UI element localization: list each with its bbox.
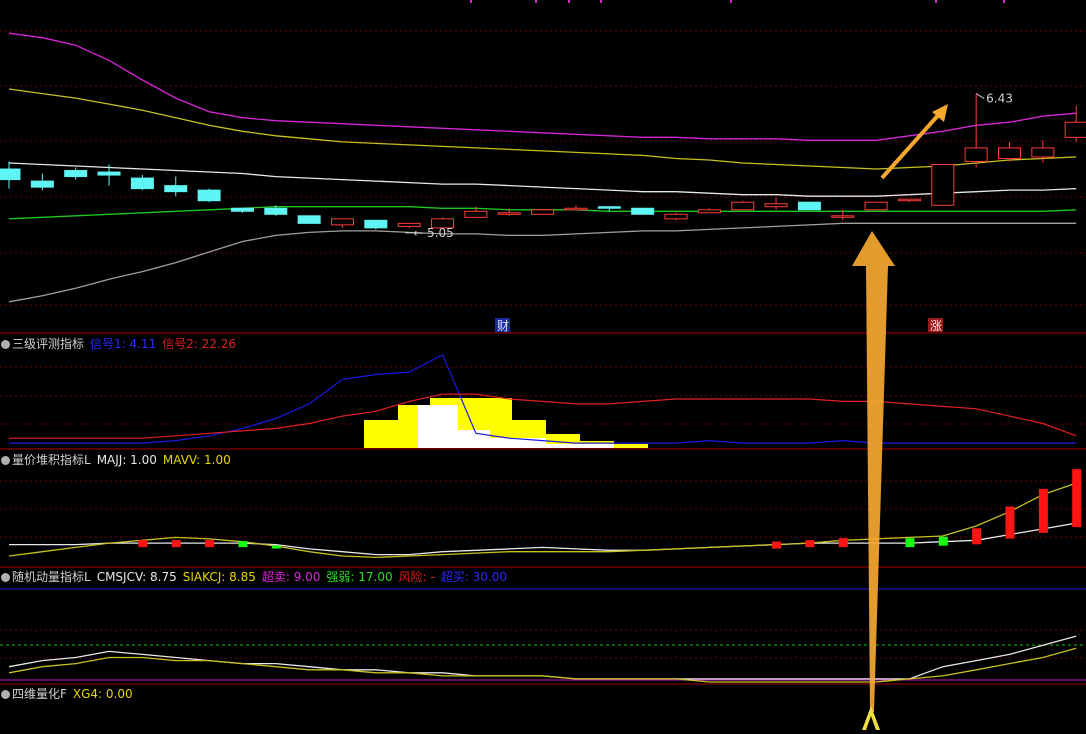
price-band-line-5 xyxy=(8,222,1077,303)
candle-up xyxy=(531,209,555,215)
candle-down xyxy=(631,207,655,215)
panel3-title[interactable]: 量价堆积指标L xyxy=(12,453,91,467)
panel4-qiangruo: 强弱: 17.00 xyxy=(326,570,393,584)
volume-bar-red xyxy=(1038,488,1048,533)
candle-down xyxy=(264,207,288,215)
top-edge-mark xyxy=(1003,0,1005,3)
panel4-header: 随机动量指标L CMSJCV: 8.75 SIAKCJ: 8.85 超卖: 9.00 强… xyxy=(0,569,513,585)
volume-bar-red xyxy=(171,540,181,548)
marker-zhang-label: 涨 xyxy=(930,318,942,333)
candle-up xyxy=(464,210,488,218)
candle-down xyxy=(797,201,821,211)
accumulation-bar-white xyxy=(490,438,546,448)
candle-up xyxy=(731,201,755,211)
volume-bar-red xyxy=(205,540,215,548)
candle-up xyxy=(1031,147,1055,158)
panel2-header: 三级评测指标 信号1: 4.11 信号2: 22.26 xyxy=(0,336,242,352)
candle-down xyxy=(130,177,154,190)
chart-canvas: 6.43 ← 5.05 财 涨 xyxy=(0,0,1086,730)
candle-up xyxy=(564,207,588,211)
panel4-siakcj: SIAKCJ: 8.85 xyxy=(182,570,256,584)
top-edge-mark xyxy=(935,0,937,3)
candle-down xyxy=(597,206,621,209)
accumulation-bar xyxy=(614,444,648,448)
candle-down xyxy=(197,189,221,202)
candle-up xyxy=(931,163,955,206)
volume-bar-red xyxy=(1005,506,1015,539)
volume-bar-red xyxy=(805,540,815,548)
panel5-xg4: XG4: 0.00 xyxy=(72,687,133,701)
volume-bar-green xyxy=(271,545,281,549)
candle-down xyxy=(364,219,388,229)
bottom-signal-marker xyxy=(862,706,880,730)
panel4-chaomai2: 超买: 30.00 xyxy=(440,570,508,584)
accumulation-bar-white xyxy=(418,405,458,448)
panel4-cmsjcv: CMSJCV: 8.75 xyxy=(96,570,177,584)
candle-down xyxy=(164,185,188,193)
top-edge-mark xyxy=(470,0,472,3)
candle-down xyxy=(230,207,254,212)
volume-bar-green xyxy=(238,541,248,548)
high-price-label: 6.43 xyxy=(986,92,1013,106)
top-edge-mark xyxy=(568,0,570,3)
marker-cai-label: 财 xyxy=(497,319,509,333)
settings-dot-icon[interactable] xyxy=(1,456,10,465)
panel2-sig1: 信号1: 4.11 xyxy=(90,337,157,351)
panel3-series-1 xyxy=(9,522,1077,556)
candle-up xyxy=(964,147,988,162)
candle-down xyxy=(97,171,121,176)
candle-down xyxy=(64,170,88,178)
candle-up xyxy=(764,203,788,208)
panel5-header: 四维量化F XG4: 0.00 xyxy=(0,686,139,702)
panel3-majj: MAJJ: 1.00 xyxy=(96,453,157,467)
panel5-title[interactable]: 四维量化F xyxy=(12,687,67,701)
candle-down xyxy=(0,168,21,181)
accumulation-bar-white xyxy=(546,444,614,448)
top-edge-mark xyxy=(535,0,537,3)
panel3-header: 量价堆积指标L MAJJ: 1.00 MAVV: 1.00 xyxy=(0,452,237,468)
candle-up xyxy=(1064,121,1086,138)
top-edge-mark xyxy=(600,0,602,3)
panel3-series-2 xyxy=(8,482,1077,559)
candle-up xyxy=(864,201,888,211)
low-price-label: ← 5.05 xyxy=(413,226,454,240)
panel2-sig2: 信号2: 22.26 xyxy=(162,337,237,351)
volume-bar-red xyxy=(972,528,982,545)
candle-up xyxy=(497,212,521,215)
candle-down xyxy=(297,215,321,224)
price-band-line-1 xyxy=(8,32,1077,141)
volume-bar-green xyxy=(905,538,915,548)
panel2-title[interactable]: 三级评测指标 xyxy=(12,337,84,351)
candle-down xyxy=(30,180,54,188)
volume-bar-green xyxy=(938,536,948,546)
candle-up xyxy=(664,213,688,220)
high-price-pointer xyxy=(975,93,985,99)
big-up-arrow xyxy=(852,231,895,712)
candle-up xyxy=(897,198,921,202)
panel4-chaomai: 超卖: 9.00 xyxy=(261,570,321,584)
accumulation-bar xyxy=(364,420,398,448)
candle-up xyxy=(697,209,721,214)
top-edge-mark xyxy=(730,0,732,3)
volume-bar-red xyxy=(772,541,782,549)
panel4-title[interactable]: 随机动量指标L xyxy=(12,570,91,584)
candle-up xyxy=(831,215,855,218)
panel4-fengxian: 风险: - xyxy=(398,570,435,584)
volume-bar-red xyxy=(1072,469,1082,528)
price-band-line-2 xyxy=(8,88,1077,170)
settings-dot-icon[interactable] xyxy=(1,573,10,582)
candle-up xyxy=(331,218,354,226)
settings-dot-icon[interactable] xyxy=(1,340,10,349)
volume-bar-red xyxy=(138,540,148,548)
candle-up xyxy=(998,147,1021,159)
panel3-mavv: MAVV: 1.00 xyxy=(162,453,231,467)
chart-stage: 6.43 ← 5.05 财 涨 三级评测指标 信号1: 4.11 信号2: 22.26 量… xyxy=(0,0,1086,730)
volume-bar-red xyxy=(838,538,848,548)
accumulation-bar-white xyxy=(458,430,490,448)
settings-dot-icon[interactable] xyxy=(1,690,10,699)
